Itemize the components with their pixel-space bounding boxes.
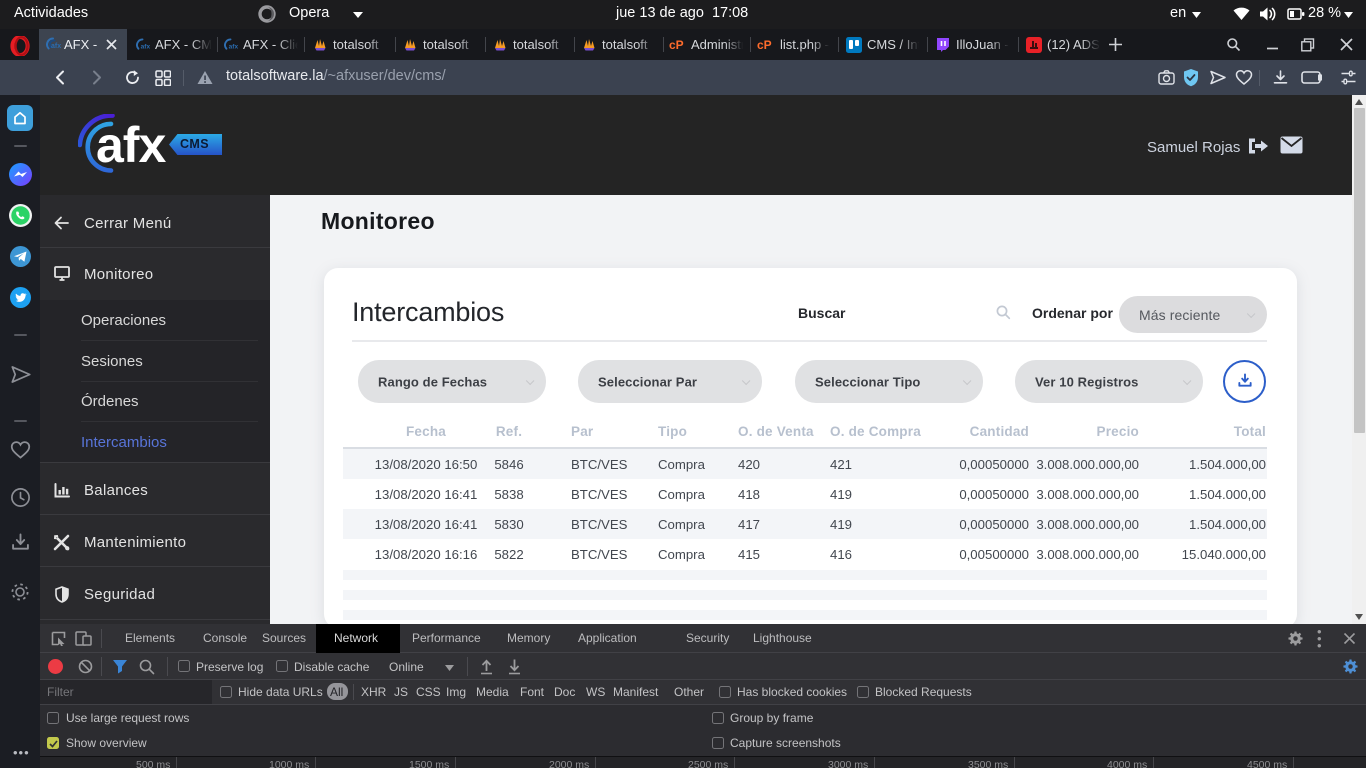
svg-text:afx: afx — [51, 43, 61, 50]
svg-text:afx: afx — [141, 43, 150, 50]
svg-text:afx: afx — [229, 43, 238, 50]
svg-text:cP: cP — [757, 38, 772, 52]
svg-text:cP: cP — [669, 38, 684, 52]
